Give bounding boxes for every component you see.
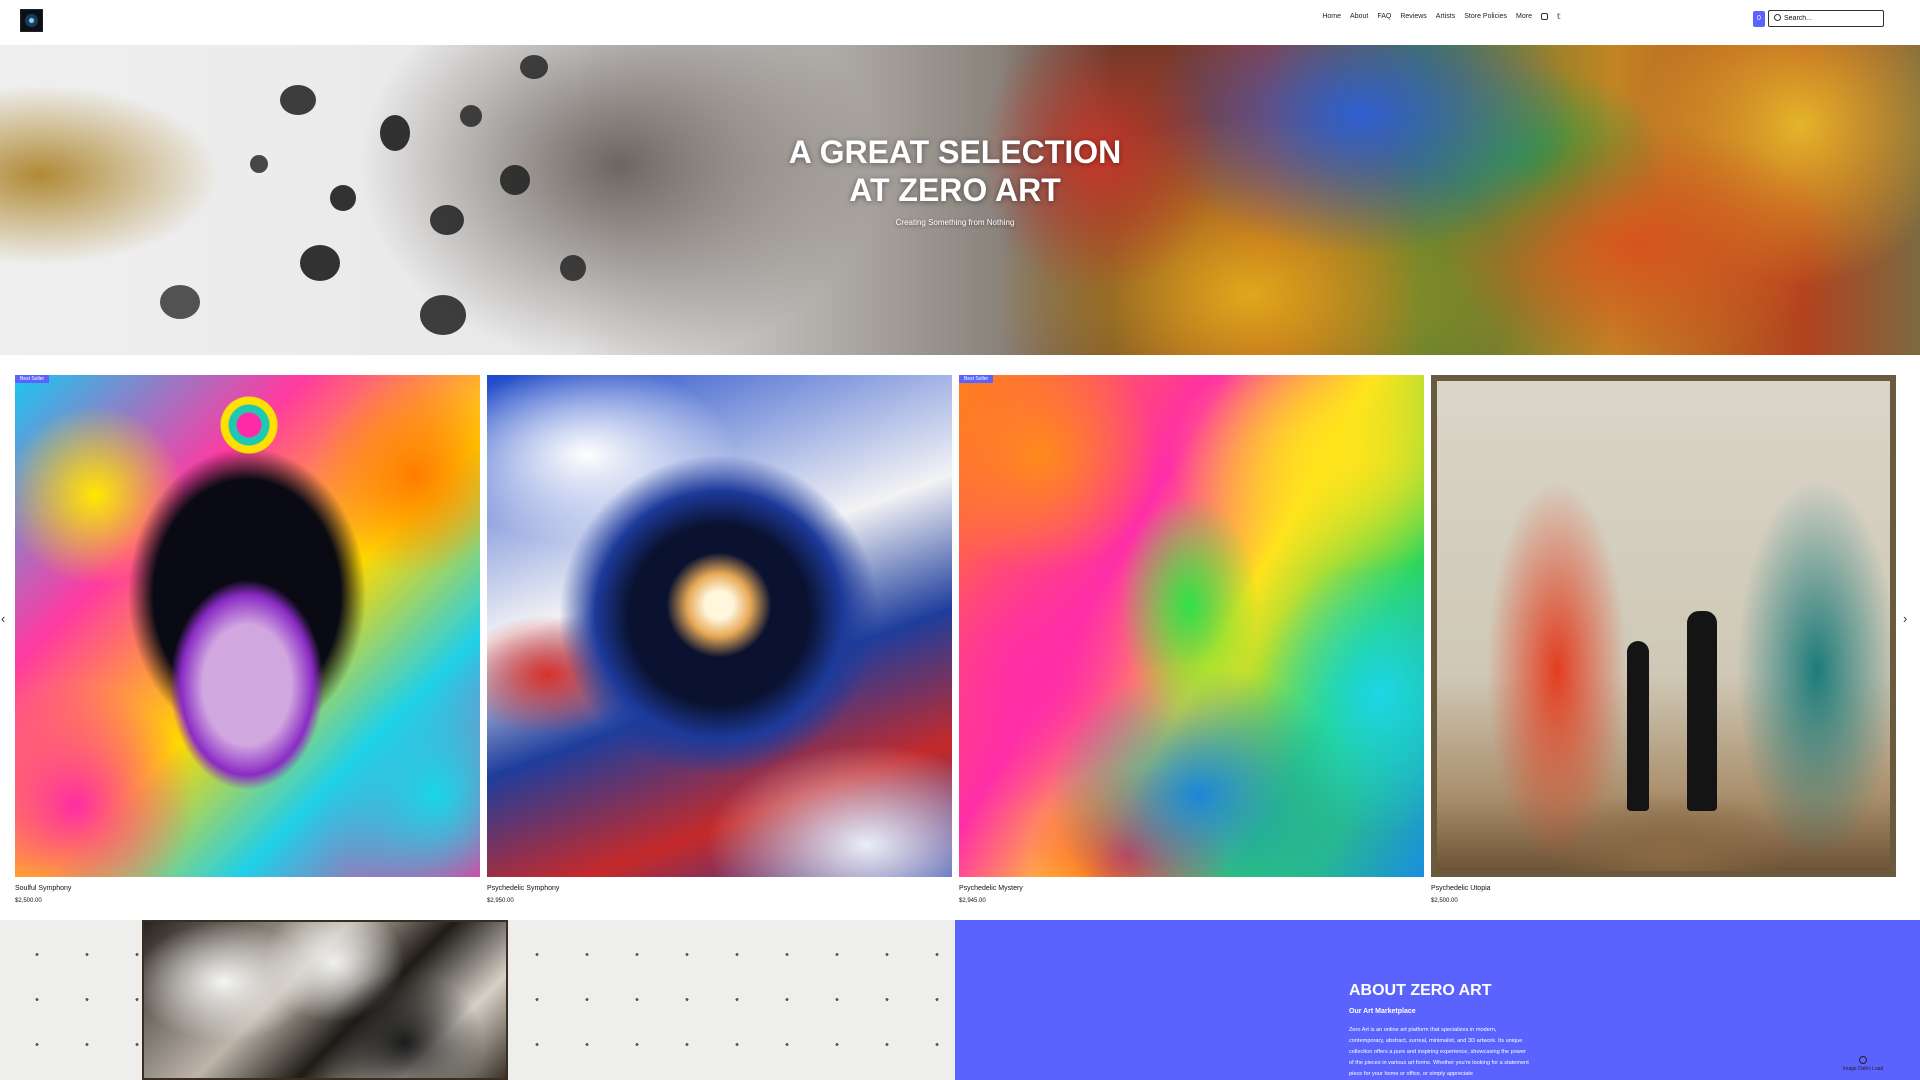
about-subtitle: Our Art Marketplace: [1349, 1008, 1416, 1015]
chevron-left-icon[interactable]: ‹: [1, 611, 5, 626]
site-header: Home About FAQ Reviews Artists Store Pol…: [0, 0, 1920, 45]
twitter-icon[interactable]: 𝕥: [1557, 13, 1564, 21]
product-price: $2,950.00: [487, 898, 514, 904]
hero-texture-spot: [250, 155, 268, 173]
painting-figure: [1687, 611, 1717, 811]
chevron-right-icon[interactable]: ›: [1903, 611, 1907, 626]
nav-faq[interactable]: FAQ: [1377, 13, 1391, 20]
hero-title-line-2: AT ZERO ART: [849, 172, 1061, 208]
about-photo: [142, 920, 508, 1080]
painting-figure: [1627, 641, 1649, 811]
info-icon: [1859, 1056, 1867, 1064]
image-load-badge-text: Image Didn't Load: [1842, 1066, 1884, 1072]
about-title: ABOUT ZERO ART: [1349, 982, 1492, 999]
product-name[interactable]: Soulful Symphony: [15, 885, 480, 892]
product-card[interactable]: Best Seller Soulful Symphony $2,500.00: [15, 375, 480, 904]
product-price: $2,500.00: [1431, 898, 1458, 904]
hero-texture-spot: [380, 115, 410, 151]
hero-texture-spot: [300, 245, 340, 281]
product-ribbon: Best Seller: [959, 375, 994, 383]
search-input[interactable]: [1784, 12, 1880, 25]
hero-title: A GREAT SELECTION AT ZERO ART: [760, 133, 1150, 209]
hero-texture-spot: [430, 205, 464, 235]
cart-icon[interactable]: 0: [1753, 11, 1765, 27]
nav-about[interactable]: About: [1350, 13, 1368, 20]
image-load-badge: Image Didn't Load: [1838, 1056, 1888, 1078]
hero-texture-spot: [160, 285, 200, 319]
product-ribbon: Best Seller: [15, 375, 50, 383]
hero-title-line-1: A GREAT SELECTION: [788, 134, 1122, 170]
about-body: Zero Art is an online art platform that …: [1349, 1027, 1529, 1077]
search-bar[interactable]: [1768, 10, 1884, 27]
product-image[interactable]: [487, 375, 952, 877]
product-name[interactable]: Psychedelic Symphony: [487, 885, 952, 892]
cart-count: 0: [1757, 15, 1761, 22]
hero-subtitle: Creating Something from Nothing: [895, 218, 1015, 227]
product-name[interactable]: Psychedelic Mystery: [959, 885, 1424, 892]
product-card[interactable]: Psychedelic Symphony $2,950.00: [487, 375, 952, 904]
product-card[interactable]: Psychedelic Utopia $2,500.00: [1431, 375, 1896, 904]
hero-texture-spot: [280, 85, 316, 115]
product-image[interactable]: Best Seller: [959, 375, 1424, 877]
nav-store-policies[interactable]: Store Policies: [1464, 13, 1507, 20]
hero-texture-spot: [560, 255, 586, 281]
product-image[interactable]: Best Seller: [15, 375, 480, 877]
main-nav: Home About FAQ Reviews Artists Store Pol…: [1322, 13, 1564, 21]
nav-more[interactable]: More: [1516, 13, 1532, 20]
hero-texture-spot: [330, 185, 356, 211]
product-card[interactable]: Best Seller Psychedelic Mystery $2,945.0…: [959, 375, 1424, 904]
hero-texture-spot: [460, 105, 482, 127]
nav-home[interactable]: Home: [1322, 13, 1341, 20]
product-name[interactable]: Psychedelic Utopia: [1431, 885, 1896, 892]
product-gallery: ‹ › Best Seller Soulful Symphony $2,500.…: [0, 355, 1920, 915]
product-price: $2,945.00: [959, 898, 986, 904]
instagram-icon[interactable]: [1541, 13, 1548, 20]
search-icon: [1774, 14, 1781, 21]
product-image[interactable]: [1431, 375, 1896, 877]
hero-banner: A GREAT SELECTION AT ZERO ART Creating S…: [0, 45, 1920, 355]
site-logo[interactable]: [20, 9, 43, 32]
nav-reviews[interactable]: Reviews: [1400, 13, 1426, 20]
hero-texture-spot: [420, 295, 466, 335]
hero-texture-spot: [520, 55, 548, 79]
nav-artists[interactable]: Artists: [1436, 13, 1455, 20]
hero-texture-spot: [500, 165, 530, 195]
product-price: $2,500.00: [15, 898, 42, 904]
